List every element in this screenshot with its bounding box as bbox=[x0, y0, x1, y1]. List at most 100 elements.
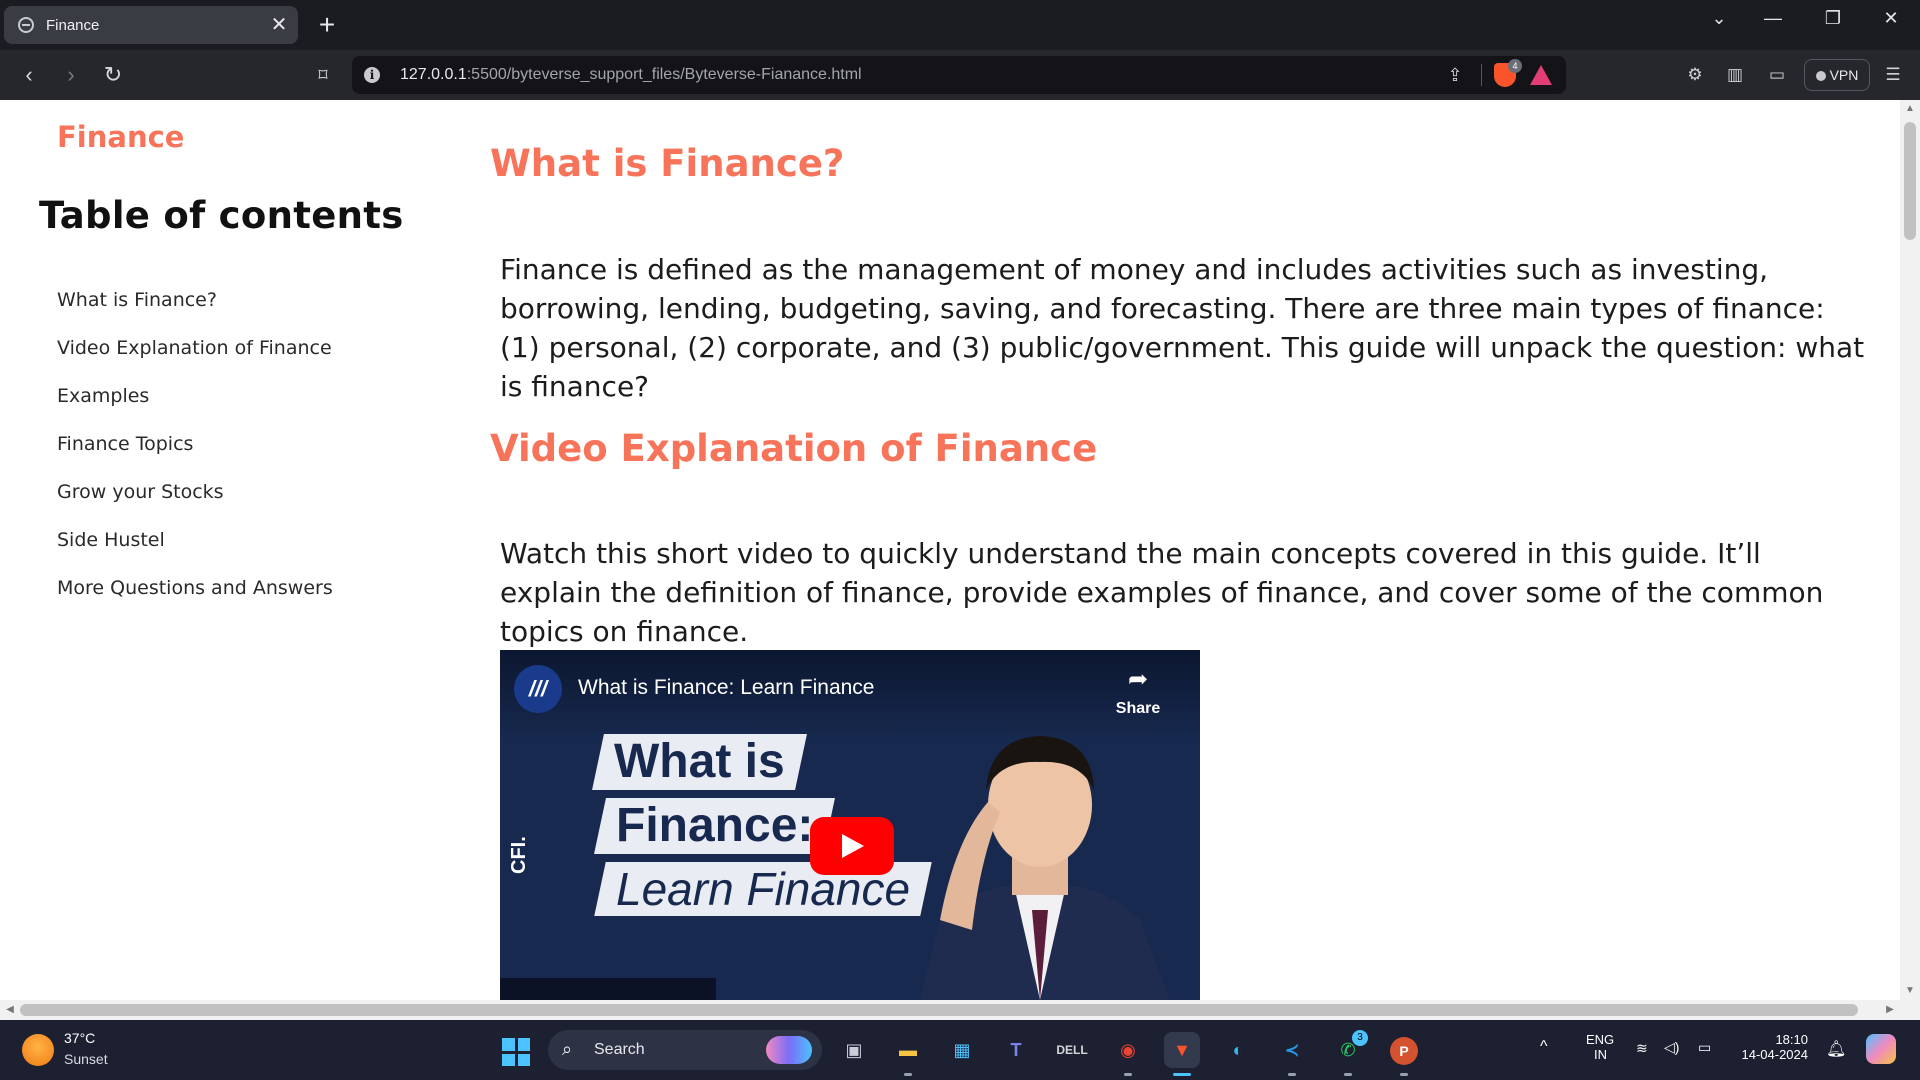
copilot-icon[interactable] bbox=[1866, 1034, 1896, 1064]
play-button[interactable] bbox=[810, 817, 894, 875]
toc-item-examples[interactable]: Examples bbox=[57, 381, 333, 429]
menu-icon[interactable]: ☰ bbox=[1880, 63, 1906, 87]
weather-sun-icon[interactable] bbox=[22, 1034, 54, 1066]
toc-item-video-explanation[interactable]: Video Explanation of Finance bbox=[57, 333, 333, 381]
language-line2: IN bbox=[1594, 1047, 1607, 1062]
share-arrow-icon: ➦ bbox=[1127, 666, 1149, 693]
clock-date: 14-04-2024 bbox=[1741, 1047, 1809, 1062]
video-share-button[interactable]: ➦ Share bbox=[1106, 666, 1170, 718]
tab-title: Finance bbox=[46, 16, 100, 34]
notification-bell-icon[interactable]: 🔔︎ bbox=[1826, 1039, 1846, 1059]
vscode-indicator bbox=[1288, 1073, 1296, 1076]
address-bar[interactable]: i 127.0.0.1:5500/byteverse_support_files… bbox=[352, 56, 1566, 94]
task-view-icon[interactable]: ▣ bbox=[836, 1032, 872, 1068]
weather-description[interactable]: Sunset bbox=[64, 1051, 108, 1067]
microsoft-store-icon[interactable]: ▦ bbox=[944, 1032, 980, 1068]
chrome-icon[interactable]: ◉ bbox=[1110, 1032, 1146, 1068]
toc-heading: Table of contents bbox=[39, 194, 404, 237]
reload-button[interactable]: ↻ bbox=[98, 60, 128, 90]
youtube-video-embed[interactable]: What is Finance: Learn Finance CFI. /// … bbox=[500, 650, 1200, 1000]
video-bottom-bar bbox=[500, 978, 716, 1000]
windows-start-button[interactable] bbox=[502, 1038, 530, 1066]
main-content: What is Finance? Finance is defined as t… bbox=[490, 100, 1890, 1000]
battery-icon[interactable]: ▭ bbox=[1698, 1039, 1711, 1056]
section-heading-what-is-finance: What is Finance? bbox=[490, 142, 845, 185]
chrome-indicator bbox=[1124, 1073, 1132, 1076]
forward-button[interactable]: › bbox=[56, 60, 86, 90]
taskbar-search-label: Search bbox=[594, 1041, 645, 1058]
scroll-left-arrow-icon[interactable]: ◀ bbox=[0, 1000, 20, 1020]
clock[interactable]: 18:10 14-04-2024 bbox=[1738, 1032, 1809, 1062]
shield-count-badge: 4 bbox=[1508, 59, 1522, 73]
url-path: :5500/byteverse_support_files/Byteverse-… bbox=[466, 66, 862, 83]
wifi-icon[interactable]: ≋ bbox=[1636, 1040, 1648, 1057]
toc-item-grow-stocks[interactable]: Grow your Stocks bbox=[57, 477, 333, 525]
taskbar-search-box[interactable]: ⌕ Search bbox=[548, 1030, 822, 1070]
share-icon[interactable]: ⇪ bbox=[1444, 64, 1466, 86]
back-button[interactable]: ‹ bbox=[14, 60, 44, 90]
globe-icon bbox=[18, 17, 34, 33]
show-hidden-icons-chevron-icon[interactable]: ^ bbox=[1540, 1038, 1548, 1056]
browser-toolbar: ‹ › ↻ ⌑ i 127.0.0.1:5500/byteverse_suppo… bbox=[0, 50, 1920, 100]
toc-item-more-questions[interactable]: More Questions and Answers bbox=[57, 573, 333, 621]
section-paragraph-video: Watch this short video to quickly unders… bbox=[500, 537, 1824, 648]
section-paragraph-definition: Finance is defined as the management of … bbox=[500, 253, 1865, 403]
toc-list: What is Finance? Video Explanation of Fi… bbox=[57, 285, 333, 621]
brand-title[interactable]: Finance bbox=[57, 120, 184, 154]
vscode-icon[interactable]: ≺ bbox=[1274, 1032, 1310, 1068]
scroll-down-arrow-icon[interactable]: ▼ bbox=[1900, 982, 1920, 1000]
sidebar: Finance Table of contents What is Financ… bbox=[0, 100, 470, 1000]
wallet-icon[interactable]: ▭ bbox=[1764, 63, 1790, 87]
teams-icon[interactable]: T bbox=[998, 1032, 1034, 1068]
close-tab-icon[interactable]: ✕ bbox=[268, 14, 290, 36]
bookmark-icon[interactable]: ⌑ bbox=[308, 60, 338, 90]
channel-logo-icon[interactable]: /// bbox=[514, 665, 562, 713]
close-window-button[interactable]: ✕ bbox=[1868, 0, 1914, 40]
brave-browser-icon[interactable]: ▼ bbox=[1164, 1032, 1200, 1068]
weather-temperature[interactable]: 37°C bbox=[64, 1030, 95, 1046]
toc-item-finance-topics[interactable]: Finance Topics bbox=[57, 429, 333, 477]
thumbnail-text-line2: Finance: bbox=[594, 798, 836, 854]
toc-item-side-hustel[interactable]: Side Hustel bbox=[57, 525, 333, 573]
scroll-up-arrow-icon[interactable]: ▲ bbox=[1900, 100, 1920, 118]
vpn-button[interactable]: VPN bbox=[1804, 59, 1870, 91]
extensions-icon[interactable]: ⚙ bbox=[1682, 63, 1708, 87]
search-icon: ⌕ bbox=[562, 1039, 573, 1059]
sidebar-toggle-icon[interactable]: ▥ bbox=[1722, 63, 1748, 87]
site-info-icon[interactable]: i bbox=[364, 67, 380, 83]
dell-icon[interactable]: DELL bbox=[1054, 1032, 1090, 1068]
video-share-label: Share bbox=[1115, 700, 1161, 717]
tab-search-chevron-icon[interactable]: ⌄ bbox=[1696, 0, 1742, 40]
powerpoint-icon[interactable]: P bbox=[1386, 1032, 1422, 1068]
toc-item-what-is-finance[interactable]: What is Finance? bbox=[57, 285, 333, 333]
section-heading-video: Video Explanation of Finance bbox=[490, 427, 1098, 470]
tab-strip: Finance ✕ + ⌄ — ❐ ✕ bbox=[0, 0, 1920, 50]
edge-icon[interactable]: ◐ bbox=[1220, 1032, 1256, 1068]
horizontal-scrollbar[interactable]: ◀ ▶ bbox=[0, 1000, 1920, 1020]
language-line1: ENG bbox=[1586, 1032, 1615, 1047]
vpn-status-icon bbox=[1815, 71, 1826, 81]
volume-icon[interactable]: ◁) bbox=[1664, 1039, 1679, 1056]
divider bbox=[1481, 64, 1482, 86]
video-title[interactable]: What is Finance: Learn Finance bbox=[578, 676, 874, 700]
file-explorer-icon[interactable]: ▬ bbox=[890, 1032, 926, 1068]
brave-rewards-icon[interactable] bbox=[1530, 65, 1552, 85]
horizontal-scroll-thumb[interactable] bbox=[20, 1004, 1858, 1016]
tab-finance[interactable]: Finance ✕ bbox=[4, 6, 298, 44]
file-explorer-indicator bbox=[904, 1073, 912, 1076]
minimize-button[interactable]: — bbox=[1750, 0, 1796, 40]
whatsapp-indicator bbox=[1344, 1073, 1352, 1076]
restore-button[interactable]: ❐ bbox=[1810, 0, 1856, 40]
thumbnail-text-line1: What is bbox=[592, 734, 807, 790]
scroll-right-arrow-icon[interactable]: ▶ bbox=[1880, 1000, 1900, 1020]
new-tab-button[interactable]: + bbox=[312, 10, 342, 40]
vpn-label: VPN bbox=[1829, 67, 1859, 83]
vertical-scroll-thumb[interactable] bbox=[1904, 122, 1916, 240]
brave-indicator bbox=[1173, 1073, 1191, 1076]
web-page: Finance Table of contents What is Financ… bbox=[0, 100, 1900, 1000]
windows-taskbar: 37°C Sunset ⌕ Search ▣ ▬ ▦ T DELL ◉ ▼ ◐ … bbox=[0, 1020, 1920, 1080]
language-indicator[interactable]: ENG IN bbox=[1586, 1032, 1614, 1062]
search-highlight-icon bbox=[766, 1036, 812, 1064]
url-text[interactable]: 127.0.0.1:5500/byteverse_support_files/B… bbox=[400, 56, 862, 94]
vertical-scrollbar[interactable]: ▲ ▼ bbox=[1900, 100, 1920, 1000]
